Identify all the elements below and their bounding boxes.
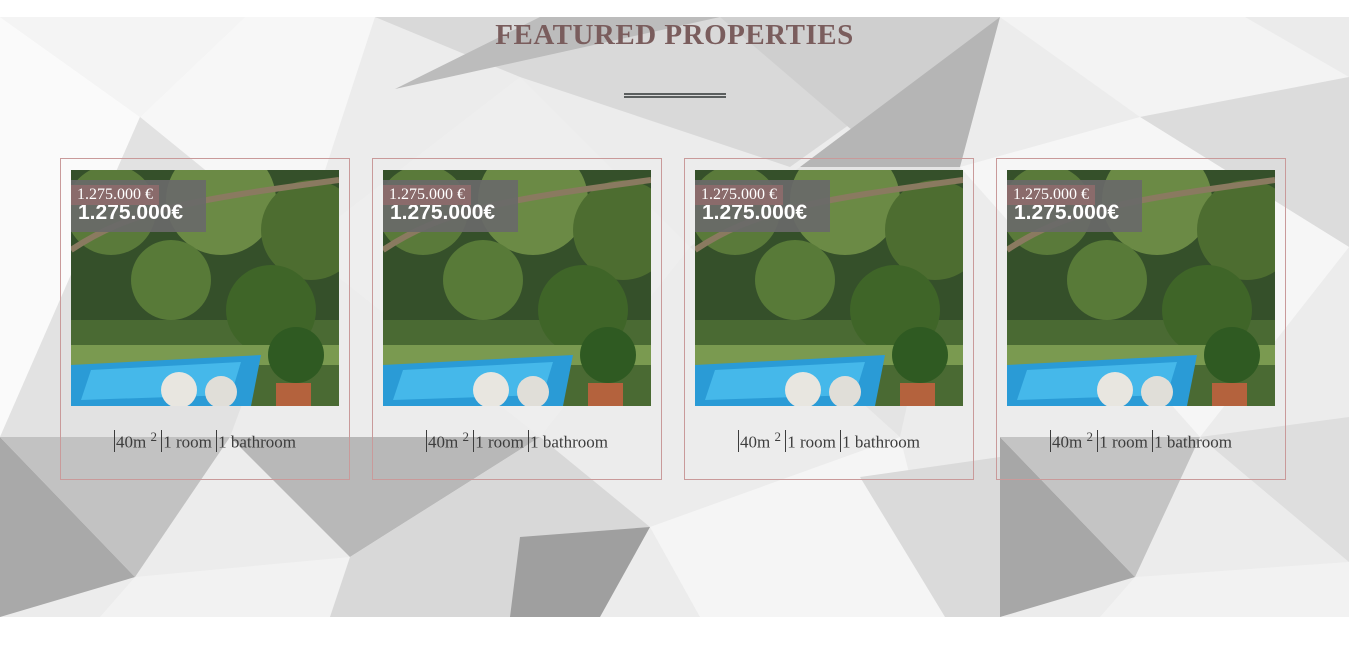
price-overlay: 1.275.000€ 1.275.000 €	[695, 180, 830, 232]
area-value: 40m	[427, 432, 459, 452]
area-unit-sup: 2	[774, 429, 781, 444]
price-tag: 1.275.000 €	[1007, 185, 1095, 205]
area-value: 40m	[1051, 432, 1083, 452]
property-card[interactable]: 1.275.000€ 1.275.000 € 40m 2 1 room 1 ba…	[684, 158, 974, 480]
price-tag: 1.275.000 €	[71, 185, 159, 205]
property-specs: 40m 2 1 room 1 bathroom	[61, 429, 349, 453]
property-specs: 40m 2 1 room 1 bathroom	[685, 429, 973, 453]
property-specs: 40m 2 1 room 1 bathroom	[373, 429, 661, 453]
bathrooms-value: 1 bathroom	[530, 432, 609, 452]
property-photo[interactable]: 1.275.000€ 1.275.000 €	[695, 170, 963, 406]
property-photo[interactable]: 1.275.000€ 1.275.000 €	[71, 170, 339, 406]
featured-properties-section: FEATURED PROPERTIES 1.275.000€ 1.275.000	[0, 17, 1349, 617]
section-title: FEATURED PROPERTIES	[495, 19, 854, 51]
bathrooms-value: 1 bathroom	[842, 432, 921, 452]
rooms-value: 1 room	[163, 432, 212, 452]
property-photo[interactable]: 1.275.000€ 1.275.000 €	[383, 170, 651, 406]
area-unit-sup: 2	[462, 429, 469, 444]
property-photo[interactable]: 1.275.000€ 1.275.000 €	[1007, 170, 1275, 406]
price-tag: 1.275.000 €	[695, 185, 783, 205]
property-specs: 40m 2 1 room 1 bathroom	[997, 429, 1285, 453]
bathrooms-value: 1 bathroom	[218, 432, 297, 452]
property-card[interactable]: 1.275.000€ 1.275.000 € 40m 2 1 room 1 ba…	[996, 158, 1286, 480]
rooms-value: 1 room	[475, 432, 524, 452]
area-unit-sup: 2	[1086, 429, 1093, 444]
rooms-value: 1 room	[1099, 432, 1148, 452]
rooms-value: 1 room	[787, 432, 836, 452]
area-value: 40m	[115, 432, 147, 452]
title-divider	[624, 93, 726, 98]
price-overlay: 1.275.000€ 1.275.000 €	[71, 180, 206, 232]
price-overlay: 1.275.000€ 1.275.000 €	[383, 180, 518, 232]
property-card[interactable]: 1.275.000€ 1.275.000 € 40m 2 1 room 1 ba…	[60, 158, 350, 480]
bathrooms-value: 1 bathroom	[1154, 432, 1233, 452]
area-value: 40m	[739, 432, 771, 452]
area-unit-sup: 2	[150, 429, 157, 444]
price-overlay: 1.275.000€ 1.275.000 €	[1007, 180, 1142, 232]
property-card[interactable]: 1.275.000€ 1.275.000 € 40m 2 1 room 1 ba…	[372, 158, 662, 480]
price-tag: 1.275.000 €	[383, 185, 471, 205]
